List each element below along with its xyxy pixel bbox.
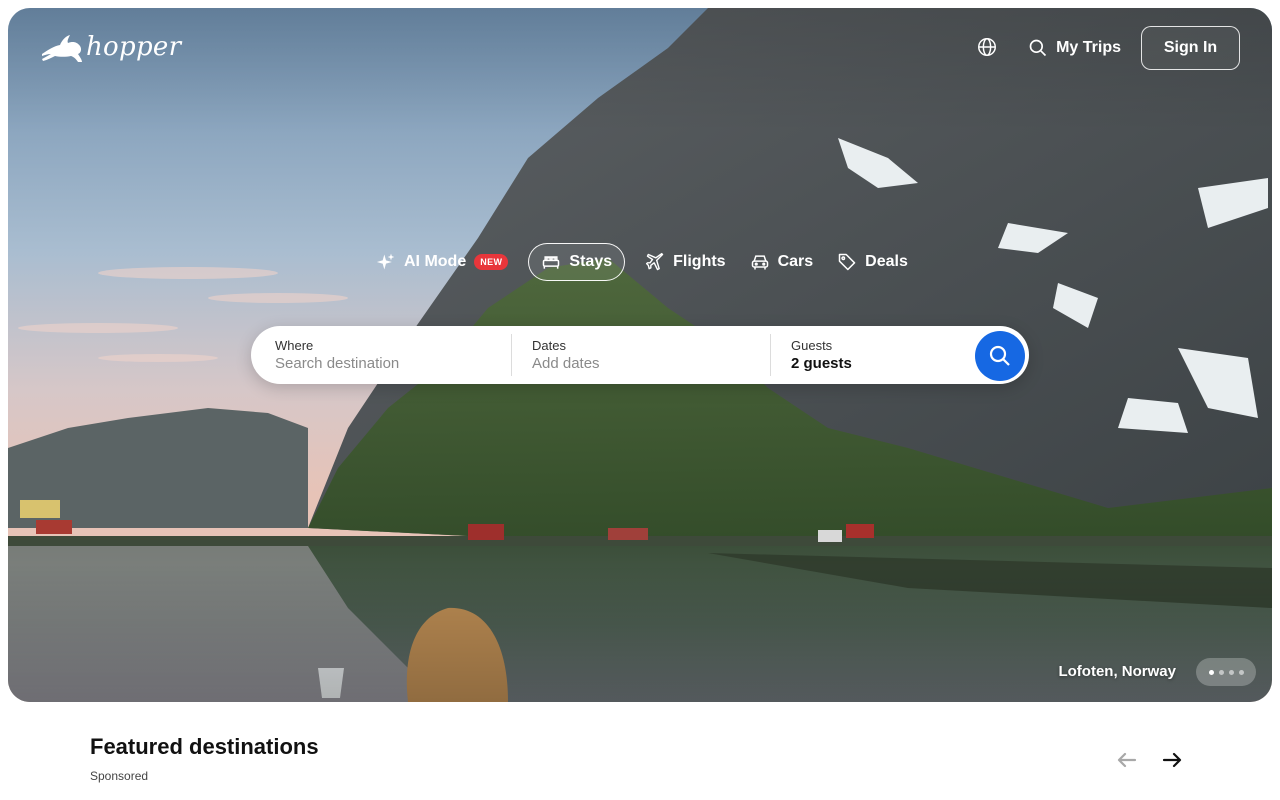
tag-icon [838,253,856,271]
tab-flights[interactable]: Flights [633,243,737,281]
tab-cars[interactable]: Cars [738,243,826,281]
tab-deals-label: Deals [865,253,908,270]
search-icon [1029,39,1047,57]
dates-placeholder: Add dates [532,355,600,372]
destination-input[interactable] [275,355,495,372]
where-field[interactable]: Where [251,326,511,384]
brand-name: hopper [86,32,182,62]
search-icon [989,345,1010,366]
tab-stays[interactable]: Stays [528,243,626,281]
hero-banner: hopper My Trips Sign In AI Mode NEW Stay… [8,8,1272,702]
bunny-logo-icon [42,35,82,62]
tab-ai-mode-label: AI Mode [404,253,467,270]
previous-arrow-icon[interactable] [1116,750,1138,770]
next-arrow-icon[interactable] [1161,750,1183,770]
sponsored-label: Sponsored [90,769,149,783]
top-nav: My Trips Sign In [976,26,1240,70]
guests-label: Guests [791,338,833,353]
my-trips-label: My Trips [1056,39,1121,56]
new-badge: NEW [474,254,509,270]
where-label: Where [275,338,314,353]
hero-location-caption: Lofoten, Norway [1058,663,1176,680]
bed-icon [543,256,560,269]
guests-value: 2 guests [791,355,852,372]
airplane-icon [646,252,664,271]
tab-ai-mode[interactable]: AI Mode NEW [364,243,520,281]
globe-icon[interactable] [976,36,1000,60]
tab-deals[interactable]: Deals [825,243,920,281]
car-icon [751,255,768,270]
carousel-dot[interactable] [1228,669,1234,675]
dates-label: Dates [532,338,566,353]
dates-field[interactable]: Dates Add dates [511,334,770,376]
tab-cars-label: Cars [777,253,814,270]
tab-flights-label: Flights [673,253,726,270]
product-tabs: AI Mode NEW Stays Flights Cars Deals [364,242,920,282]
carousel-indicator [1196,658,1256,686]
section-title: Featured destinations [90,734,319,759]
hopper-logo[interactable]: hopper [40,30,181,64]
sign-in-button[interactable]: Sign In [1141,26,1240,70]
carousel-dot[interactable] [1238,669,1244,675]
sparkle-icon [376,253,395,270]
guests-field[interactable]: Guests 2 guests [770,334,975,376]
search-button[interactable] [975,331,1025,381]
search-bar: Where Dates Add dates Guests 2 guests [251,326,1029,384]
carousel-dot[interactable] [1208,669,1214,675]
tab-stays-label: Stays [569,253,613,270]
my-trips-link[interactable]: My Trips [1028,38,1121,58]
carousel-dot[interactable] [1218,669,1224,675]
